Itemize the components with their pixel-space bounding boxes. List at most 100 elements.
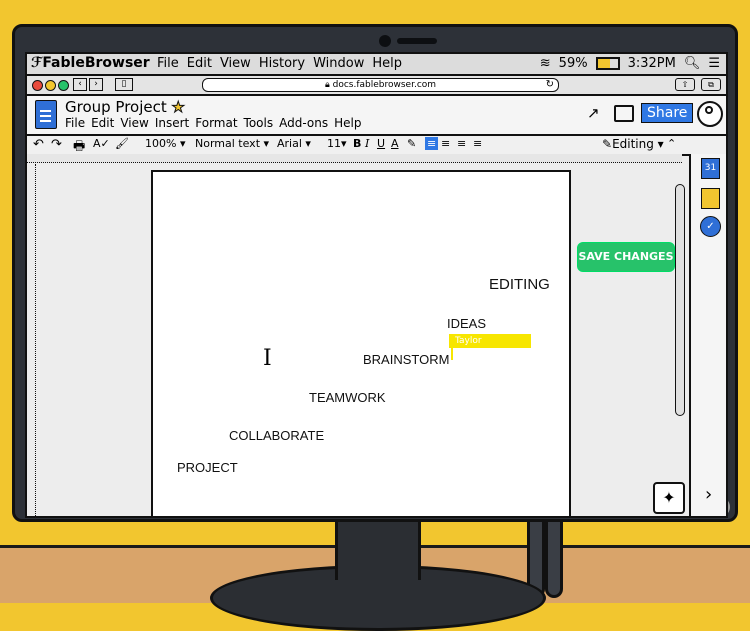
os-menu-file[interactable]: File: [157, 56, 179, 71]
back-icon[interactable]: ‹: [73, 78, 87, 91]
star-icon[interactable]: ★: [171, 98, 185, 117]
document-page[interactable]: EDITING IDEAS Taylor BRAINSTORM I TEAMWO…: [151, 170, 571, 516]
os-menu-help[interactable]: Help: [372, 56, 402, 71]
pencil-icon: ✎: [602, 137, 613, 151]
webcam-sensor: [397, 38, 437, 44]
word-collaborate: COLLABORATE: [229, 428, 325, 443]
formatting-toolbar: ↶ ↷ 🖶 A✓ 🖌 100% ▾ Normal text ▾ Arial ▾ …: [27, 134, 726, 156]
explore-icon[interactable]: ✦: [653, 482, 685, 514]
wifi-icon[interactable]: ≋: [540, 56, 551, 71]
os-menu-history[interactable]: History: [259, 56, 305, 71]
url-text: docs.fablebrowser.com: [332, 80, 437, 90]
comment-icon[interactable]: [614, 105, 634, 122]
document-title[interactable]: Group Project ★: [65, 98, 186, 117]
calendar-icon[interactable]: 31: [701, 158, 720, 179]
docs-menu-bar: File Edit View Insert Format Tools Add-o…: [65, 116, 361, 130]
side-panel: 31 ✓ ›: [689, 154, 726, 516]
save-changes-button[interactable]: SAVE CHANGES: [577, 242, 675, 272]
collaborator-cursor-label: Taylor: [449, 334, 531, 348]
tabs-overview-icon[interactable]: ⧉: [701, 78, 721, 91]
os-status-area: ≋ 59% 3:32PM 🔍︎ ☰: [540, 56, 720, 71]
docs-menu-format[interactable]: Format: [195, 116, 237, 130]
collaborator-cursor: [451, 346, 453, 360]
docs-menu-help[interactable]: Help: [334, 116, 361, 130]
word-brainstorm: BRAINSTORM: [363, 352, 450, 367]
app-name: FableBrowser: [42, 55, 150, 71]
font-size-value: 11: [327, 137, 341, 150]
vertical-scrollbar[interactable]: [675, 184, 685, 416]
share-button[interactable]: Share: [641, 103, 694, 123]
address-bar[interactable]: 🔒︎ docs.fablebrowser.com ↻: [202, 78, 559, 92]
reload-icon[interactable]: ↻: [546, 79, 554, 91]
monitor-stand-neck: [335, 520, 421, 580]
os-menu-edit[interactable]: Edit: [187, 56, 212, 71]
align-left-icon[interactable]: ≡: [425, 137, 439, 150]
battery-percent: 59%: [558, 56, 588, 71]
lock-icon: 🔒︎: [324, 80, 330, 90]
collapse-toolbar-icon[interactable]: ⌃: [667, 137, 676, 150]
menu-list-icon[interactable]: ☰: [708, 56, 720, 71]
paint-format-icon[interactable]: 🖌: [115, 137, 129, 150]
text-color-icon[interactable]: A: [391, 137, 399, 150]
os-menus: File Edit View History Window Help: [157, 56, 402, 71]
zoom-value: 100%: [145, 137, 177, 150]
align-right-icon[interactable]: ≡: [457, 137, 466, 150]
style-select[interactable]: Normal text ▾: [195, 137, 269, 150]
close-window-button[interactable]: [32, 80, 43, 91]
fable-logo-icon: ℱ: [31, 55, 43, 71]
search-icon[interactable]: 🔍︎: [684, 56, 701, 71]
activity-trend-icon[interactable]: ↗: [587, 104, 600, 122]
font-value: Arial: [277, 137, 302, 150]
align-center-icon[interactable]: ≡: [441, 137, 450, 150]
docs-menu-view[interactable]: View: [120, 116, 148, 130]
word-project: PROJECT: [177, 460, 238, 475]
font-size-select[interactable]: 11▾: [327, 137, 347, 150]
tasks-icon[interactable]: ✓: [700, 216, 721, 237]
underline-icon[interactable]: U: [377, 137, 385, 150]
bold-icon[interactable]: B: [353, 137, 361, 150]
screen: ℱFableBrowser File Edit View History Win…: [25, 52, 728, 518]
docs-menu-file[interactable]: File: [65, 116, 85, 130]
word-ideas: IDEAS: [447, 316, 487, 331]
word-teamwork: TEAMWORK: [309, 390, 386, 405]
docs-logo-icon[interactable]: [35, 100, 57, 129]
os-menu-view[interactable]: View: [220, 56, 251, 71]
zoom-select[interactable]: 100% ▾: [145, 137, 185, 150]
docs-menu-addons[interactable]: Add-ons: [279, 116, 328, 130]
avatar[interactable]: [697, 101, 723, 127]
forward-icon[interactable]: ›: [89, 78, 103, 91]
horizontal-ruler: [27, 154, 682, 163]
keep-notes-icon[interactable]: [701, 188, 720, 209]
maximize-window-button[interactable]: [58, 80, 69, 91]
text-cursor-icon: I: [263, 346, 272, 371]
align-justify-icon[interactable]: ≡: [473, 137, 482, 150]
redo-icon[interactable]: ↷: [51, 137, 62, 152]
editing-mode-label: Editing: [612, 137, 654, 151]
word-editing: EDITING: [489, 276, 550, 293]
sidebar-toggle-icon[interactable]: ▯: [115, 78, 133, 91]
chevron-right-icon[interactable]: ›: [705, 484, 712, 505]
undo-icon[interactable]: ↶: [33, 137, 44, 152]
minimize-window-button[interactable]: [45, 80, 56, 91]
docs-menu-insert[interactable]: Insert: [155, 116, 189, 130]
style-value: Normal text: [195, 137, 261, 150]
clock: 3:32PM: [627, 56, 676, 71]
battery-icon[interactable]: [595, 57, 620, 70]
os-menu-bar: ℱFableBrowser File Edit View History Win…: [27, 54, 726, 76]
browser-bar: ‹ › ▯ 🔒︎ docs.fablebrowser.com ↻ ⇧ ⧉: [27, 76, 726, 96]
docs-header: Group Project ★ File Edit View Insert Fo…: [27, 96, 726, 134]
italic-icon[interactable]: I: [365, 137, 369, 150]
spellcheck-icon[interactable]: A✓: [93, 137, 110, 150]
highlight-icon[interactable]: ✎: [407, 137, 416, 150]
os-menu-window[interactable]: Window: [313, 56, 364, 71]
docs-menu-edit[interactable]: Edit: [91, 116, 114, 130]
vertical-ruler: [27, 164, 36, 516]
monitor: ⏻ ℱFableBrowser File Edit View History W…: [12, 24, 738, 522]
editing-mode-select[interactable]: ✎Editing ▾: [602, 137, 664, 151]
document-title-text: Group Project: [65, 98, 167, 116]
docs-menu-tools[interactable]: Tools: [244, 116, 274, 130]
share-page-icon[interactable]: ⇧: [675, 78, 695, 91]
app-logo: ℱFableBrowser: [31, 55, 150, 71]
font-select[interactable]: Arial ▾: [277, 137, 311, 150]
webcam: [379, 35, 391, 47]
